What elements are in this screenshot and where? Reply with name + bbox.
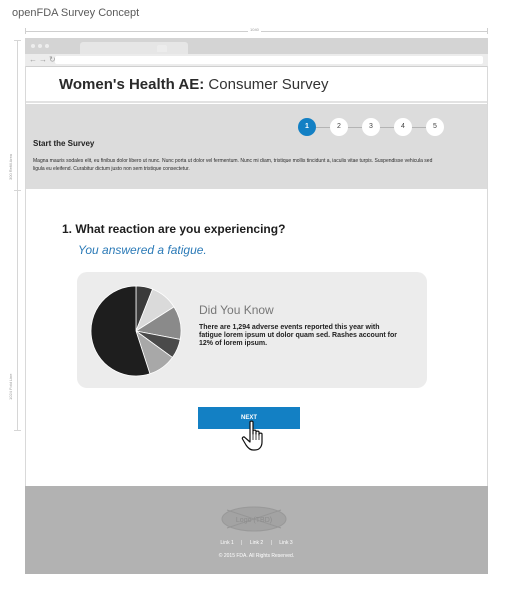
back-arrow-icon[interactable]: ← [29, 55, 39, 64]
window-maximize-dot[interactable] [45, 44, 49, 48]
width-dimension-tick-right [487, 28, 488, 34]
height-dimension-cap-mid [14, 190, 21, 191]
height-dimension-line [17, 40, 18, 430]
page-title-bold: Women's Health AE: [59, 76, 205, 93]
browser-titlebar [25, 38, 488, 54]
page-footer: Logo (TBD) Link 1 | Link 2 | Link 3 © 20… [25, 486, 488, 574]
page-title-rest: Consumer Survey [204, 76, 329, 93]
page-header: Women's Health AE: Consumer Survey [26, 67, 487, 103]
survey-intro-banner: 1 2 3 4 5 Start the Survey Magna mauris … [26, 104, 487, 189]
hand-pointer-icon [241, 420, 263, 451]
height-dimension-cap-bottom [14, 430, 21, 431]
height-dimension-cap-top [14, 40, 21, 41]
step-4[interactable]: 4 [394, 118, 412, 136]
refill-area-label: 300 Refill Area [8, 153, 13, 180]
banner-heading: Start the Survey [33, 139, 95, 148]
question-text: 1. What reaction are you experiencing? [62, 222, 286, 236]
window-minimize-dot[interactable] [38, 44, 42, 48]
did-you-know-text: There are 1,294 adverse events reported … [199, 324, 397, 347]
logo-placeholder[interactable]: Logo (TBD) [221, 506, 287, 532]
footer-link-2[interactable]: Link 2 [250, 540, 263, 546]
browser-nav-icons[interactable]: ←→↻ [29, 54, 58, 66]
step-2[interactable]: 2 [330, 118, 348, 136]
window-close-dot[interactable] [31, 44, 35, 48]
answer-text: You answered a fatigue. [78, 243, 207, 257]
footer-link-1[interactable]: Link 1 [220, 540, 233, 546]
footer-links: Link 1 | Link 2 | Link 3 [25, 540, 488, 546]
banner-body-text: Magna mauris sodales elit, eu finibus do… [33, 158, 433, 172]
logo-placeholder-text: Logo (TBD) [236, 517, 272, 524]
concept-title: openFDA Survey Concept [12, 7, 140, 19]
did-you-know-title: Did You Know [199, 303, 274, 317]
page-frame-right [487, 66, 488, 486]
did-you-know-card: Did You Know There are 1,294 adverse eve… [77, 272, 427, 388]
step-3[interactable]: 3 [362, 118, 380, 136]
new-tab-button[interactable] [157, 45, 167, 52]
forward-arrow-icon[interactable]: → [39, 55, 49, 64]
footer-copyright: © 2015 FDA. All Rights Reserved. [218, 553, 295, 559]
fold-line-label: 1024 Fold Line [8, 373, 13, 400]
footer-separator: | [241, 540, 243, 546]
width-dimension-label: 1040 [248, 27, 261, 32]
footer-separator: | [270, 540, 272, 546]
footer-link-3[interactable]: Link 3 [279, 540, 292, 546]
step-1[interactable]: 1 [298, 118, 316, 136]
page-title: Women's Health AE: Consumer Survey [59, 76, 328, 93]
browser-toolbar: ←→↻ [25, 54, 488, 67]
step-5[interactable]: 5 [426, 118, 444, 136]
address-bar[interactable] [55, 56, 483, 64]
reaction-pie-chart [90, 285, 182, 377]
width-dimension-tick-left [25, 28, 26, 34]
browser-tab[interactable] [80, 42, 188, 54]
